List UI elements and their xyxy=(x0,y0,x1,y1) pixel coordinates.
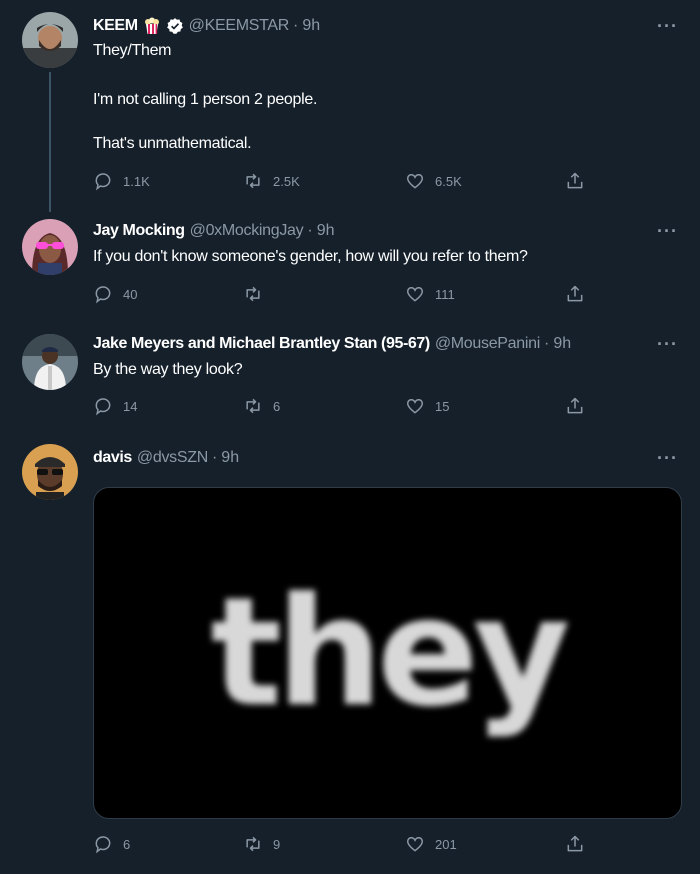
tweet-actions: 40 111 xyxy=(93,284,593,308)
share-icon xyxy=(567,172,583,189)
heart-icon xyxy=(406,174,424,189)
display-name[interactable]: Jay Mocking xyxy=(93,222,185,240)
share-icon xyxy=(567,835,583,852)
retweet-count: 2.5K xyxy=(273,173,300,189)
reply-button[interactable]: 1.1K xyxy=(93,171,150,191)
popcorn-icon xyxy=(143,17,161,35)
share-button[interactable] xyxy=(565,396,595,416)
retweet-icon xyxy=(246,398,260,414)
handle[interactable]: @0xMockingJay xyxy=(190,222,304,240)
reply-count: 1.1K xyxy=(123,173,150,189)
heart-icon xyxy=(406,399,424,414)
avatar[interactable] xyxy=(22,444,78,500)
share-button[interactable] xyxy=(565,834,595,854)
media-caption-text: they xyxy=(210,566,570,740)
retweet-button[interactable] xyxy=(243,284,273,304)
tweet-jay-mocking[interactable]: Jay Mocking @0xMockingJay · 9h ··· If yo… xyxy=(0,212,700,324)
tweet-header: davis @dvsSZN · 9h xyxy=(93,447,239,469)
more-options-icon[interactable]: ··· xyxy=(657,221,678,242)
share-button[interactable] xyxy=(565,284,595,304)
avatar[interactable] xyxy=(22,12,78,68)
like-button[interactable]: 111 xyxy=(405,284,455,304)
tweet-actions: 1.1K 2.5K 6.5K xyxy=(93,171,593,195)
tweet-text: If you don't know someone's gender, how … xyxy=(93,248,528,265)
tweet-text: By the way they look? xyxy=(93,361,243,378)
tweet-media-image[interactable]: they xyxy=(93,487,682,819)
avatar[interactable] xyxy=(22,334,78,390)
timestamp[interactable]: 9h xyxy=(302,17,320,35)
retweet-button[interactable]: 2.5K xyxy=(243,171,300,191)
more-options-icon[interactable]: ··· xyxy=(657,334,678,355)
retweet-icon xyxy=(246,836,260,852)
tweet-text-line-2: I'm not calling 1 person 2 people. xyxy=(93,91,318,108)
retweet-button[interactable]: 9 xyxy=(243,834,280,854)
handle[interactable]: @dvsSZN xyxy=(137,449,208,467)
separator: · xyxy=(307,222,313,239)
more-options-icon[interactable]: ··· xyxy=(657,448,678,469)
like-count: 15 xyxy=(435,398,450,414)
reply-icon xyxy=(95,173,111,191)
tweet-header: Jake Meyers and Michael Brantley Stan (9… xyxy=(93,333,571,355)
heart-icon xyxy=(406,287,424,302)
display-name[interactable]: KEEM xyxy=(93,17,138,35)
like-button[interactable]: 6.5K xyxy=(405,171,462,191)
like-count: 201 xyxy=(435,836,457,852)
tweet-actions: 6 9 201 xyxy=(93,834,593,858)
heart-icon xyxy=(406,837,424,852)
handle[interactable]: @MousePanini xyxy=(435,335,540,353)
tweet-text-line-3: That's unmathematical. xyxy=(93,135,252,152)
reply-icon xyxy=(95,836,111,854)
share-button[interactable] xyxy=(565,171,595,191)
reply-count: 40 xyxy=(123,286,138,302)
tweet-keem[interactable]: KEEM @KEEMSTAR · 9h ··· They/Them I'm no… xyxy=(0,0,700,210)
reply-button[interactable]: 14 xyxy=(93,396,137,416)
more-options-icon[interactable]: ··· xyxy=(657,16,678,37)
tweet-text-line-1: They/Them xyxy=(93,42,172,59)
handle[interactable]: @KEEMSTAR xyxy=(189,17,290,35)
separator: · xyxy=(293,17,299,34)
timestamp[interactable]: 9h xyxy=(221,449,239,467)
verified-badge-icon xyxy=(166,17,184,35)
separator: · xyxy=(211,449,218,466)
retweet-count: 6 xyxy=(273,398,281,414)
avatar[interactable] xyxy=(22,219,78,275)
retweet-icon xyxy=(246,286,260,302)
tweet-mousepanini[interactable]: Jake Meyers and Michael Brantley Stan (9… xyxy=(0,324,700,438)
reply-icon xyxy=(95,398,111,416)
reply-button[interactable]: 40 xyxy=(93,284,137,304)
share-icon xyxy=(567,285,583,302)
like-button[interactable]: 15 xyxy=(405,396,449,416)
reply-count: 14 xyxy=(123,398,138,414)
reply-icon xyxy=(95,286,111,304)
like-count: 111 xyxy=(435,286,455,302)
timestamp[interactable]: 9h xyxy=(317,222,335,240)
timestamp[interactable]: 9h xyxy=(553,335,571,353)
reply-button[interactable]: 6 xyxy=(93,834,130,854)
retweet-button[interactable]: 6 xyxy=(243,396,280,416)
display-name[interactable]: Jake Meyers and Michael Brantley Stan (9… xyxy=(93,335,430,353)
like-count: 6.5K xyxy=(435,173,462,189)
display-name[interactable]: davis xyxy=(93,449,132,467)
share-icon xyxy=(567,397,583,414)
tweet-header: Jay Mocking @0xMockingJay · 9h xyxy=(93,220,334,242)
retweet-count: 9 xyxy=(273,836,281,852)
separator: · xyxy=(543,335,550,352)
retweet-icon xyxy=(246,173,260,189)
like-button[interactable]: 201 xyxy=(405,834,457,854)
tweet-actions: 14 6 15 xyxy=(93,396,593,420)
tweet-header: KEEM @KEEMSTAR · 9h xyxy=(93,15,320,37)
reply-count: 6 xyxy=(123,836,131,852)
